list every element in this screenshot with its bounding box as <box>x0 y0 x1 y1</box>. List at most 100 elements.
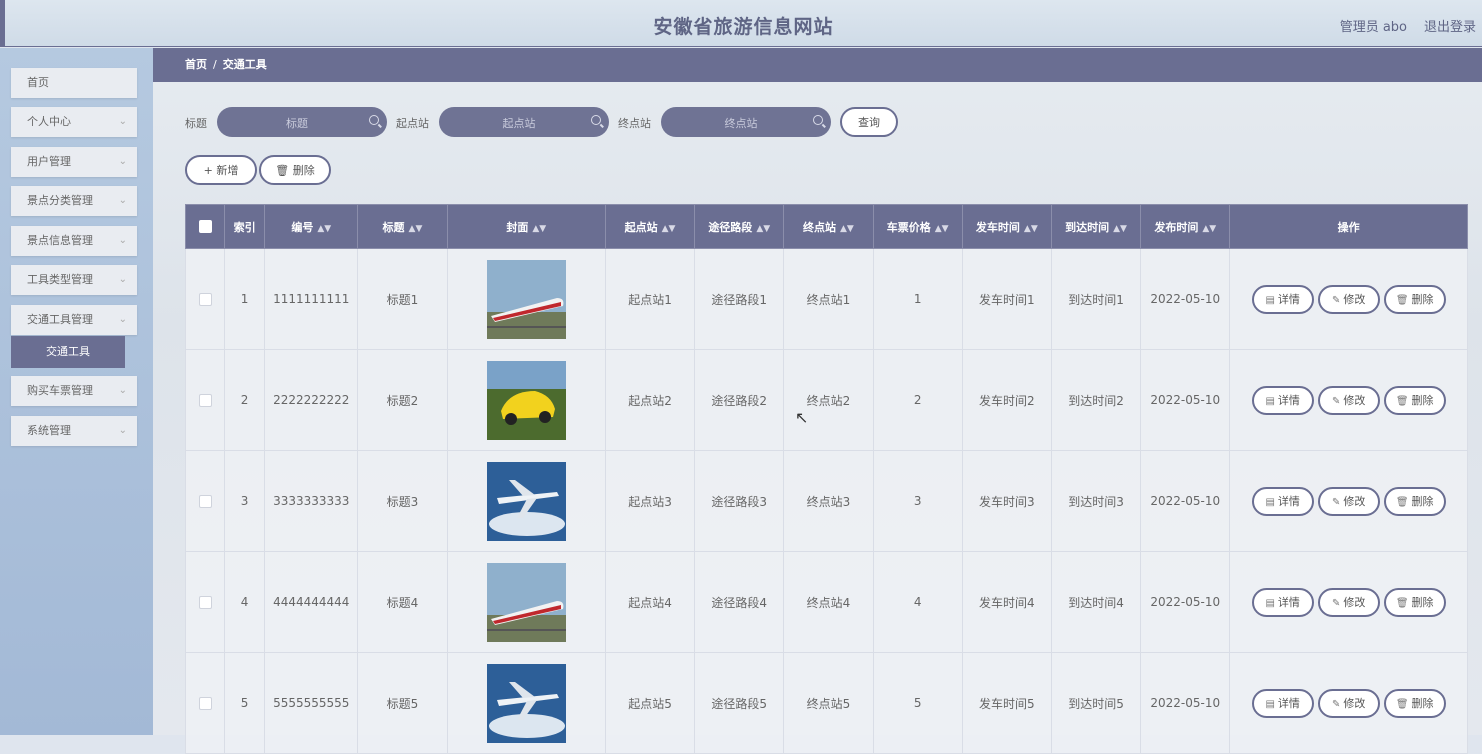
edit-button[interactable]: ✎ 修改 <box>1317 486 1380 516</box>
sidebar-item-tool-type[interactable]: 工具类型管理 ⌄ <box>11 265 137 295</box>
cell-route: 途径路段4 <box>694 551 785 653</box>
cell-depart: 发车时间5 <box>961 652 1052 754</box>
start-search-box <box>439 107 609 139</box>
cell-depart: 发车时间3 <box>961 450 1052 552</box>
chevron-down-icon: ⌄ <box>118 195 127 206</box>
table-row: 3 3333333333 标题3 起点站3 途径路段3 终点站3 3 发车时间3 到达时间3 20… <box>184 450 1468 552</box>
row-checkbox[interactable] <box>198 697 212 710</box>
select-all-header[interactable] <box>184 204 226 249</box>
sidebar-item-label: 购买车票管理 <box>27 384 93 397</box>
cell-route: 途径路段1 <box>694 248 785 350</box>
header-published[interactable]: 发布时间 ▲▼ <box>1140 204 1231 249</box>
delete-button[interactable]: 🗑 删除 <box>1383 688 1446 718</box>
sidebar-item-user-management[interactable]: 用户管理 ⌄ <box>11 147 137 177</box>
trash-icon: 🗑 <box>1395 395 1409 407</box>
search-icon <box>369 115 379 125</box>
delete-button[interactable]: 🗑 删除 <box>1383 486 1446 516</box>
sidebar-item-scenic-category[interactable]: 景点分类管理 ⌄ <box>11 186 137 216</box>
document-icon: ▤ <box>1265 597 1275 609</box>
detail-button[interactable]: ▤ 详情 <box>1251 587 1314 617</box>
end-search-label: 终点站 <box>618 117 651 130</box>
row-checkbox[interactable] <box>198 495 212 508</box>
sort-icon: ▲▼ <box>532 223 547 234</box>
detail-button[interactable]: ▤ 详情 <box>1251 385 1314 415</box>
sidebar: 首页 个人中心 ⌄ 用户管理 ⌄ 景点分类管理 ⌄ 景点信息管理 ⌄ 工具类型管理 ⌄ 交… <box>0 48 153 735</box>
header-price[interactable]: 车票价格 ▲▼ <box>872 204 963 249</box>
breadcrumb-separator: / <box>213 58 217 71</box>
edit-button[interactable]: ✎ 修改 <box>1317 587 1380 617</box>
row-checkbox[interactable] <box>198 293 212 306</box>
detail-button[interactable]: ▤ 详情 <box>1251 486 1314 516</box>
sort-icon: ▲▼ <box>317 223 332 234</box>
delete-label: 删除 <box>1411 595 1434 609</box>
breadcrumb-home[interactable]: 首页 <box>185 58 207 71</box>
breadcrumb: 首页 / 交通工具 <box>153 48 1482 82</box>
header-code[interactable]: 编号 ▲▼ <box>264 204 359 249</box>
sidebar-item-label: 个人中心 <box>27 115 71 128</box>
cell-code: 2222222222 <box>264 349 359 451</box>
cell-index: 1 <box>224 248 266 350</box>
sidebar-item-scenic-info[interactable]: 景点信息管理 ⌄ <box>11 226 137 256</box>
edit-button[interactable]: ✎ 修改 <box>1317 688 1380 718</box>
header-route[interactable]: 途径路段 ▲▼ <box>694 204 785 249</box>
header-depart[interactable]: 发车时间 ▲▼ <box>961 204 1052 249</box>
header-label: 封面 <box>506 220 529 234</box>
cell-start: 起点站3 <box>604 450 696 552</box>
sort-icon: ▲▼ <box>661 223 676 234</box>
cell-ops: ▤ 详情 ✎ 修改 🗑 删除 <box>1229 652 1468 754</box>
cell-depart: 发车时间2 <box>961 349 1052 451</box>
cell-price: 4 <box>872 551 963 653</box>
delete-selected-button[interactable]: 🗑 删除 <box>259 155 331 185</box>
header-end[interactable]: 终点站 ▲▼ <box>783 204 874 249</box>
header-arrive[interactable]: 到达时间 ▲▼ <box>1050 204 1142 249</box>
sidebar-item-system-management[interactable]: 系统管理 ⌄ <box>11 416 137 446</box>
title-search-input[interactable] <box>217 107 369 139</box>
cell-index: 3 <box>224 450 266 552</box>
header-label: 编号 <box>291 220 314 234</box>
delete-button[interactable]: 🗑 删除 <box>1383 385 1446 415</box>
cell-index: 4 <box>224 551 266 653</box>
row-checkbox[interactable] <box>198 394 212 407</box>
delete-button[interactable]: 🗑 删除 <box>1383 284 1446 314</box>
detail-label: 详情 <box>1277 696 1300 710</box>
select-all-checkbox[interactable] <box>198 220 212 234</box>
logout-link[interactable]: 退出登录 <box>1424 16 1476 35</box>
cell-index: 2 <box>224 349 266 451</box>
header-label: 到达时间 <box>1065 220 1110 234</box>
cell-end: 终点站2 <box>783 349 874 451</box>
transport-table: 索引 编号 ▲▼ 标题 ▲▼ 封面 ▲▼ 起点站 ▲▼ 途径路段 ▲▼ 终点站 ▲▼ 车票价… <box>184 204 1468 754</box>
row-select-cell[interactable] <box>184 551 226 653</box>
add-button[interactable]: + 新增 <box>185 155 257 185</box>
row-select-cell[interactable] <box>184 652 226 754</box>
delete-button[interactable]: 🗑 删除 <box>1383 587 1446 617</box>
trash-icon: 🗑 <box>1395 496 1409 508</box>
detail-button[interactable]: ▤ 详情 <box>1251 284 1314 314</box>
edit-button[interactable]: ✎ 修改 <box>1317 385 1380 415</box>
sort-icon: ▲▼ <box>1202 223 1217 234</box>
sidebar-item-ticket-purchase[interactable]: 购买车票管理 ⌄ <box>11 376 137 406</box>
query-button[interactable]: 查询 <box>840 107 898 137</box>
sidebar-subitem-transport[interactable]: 交通工具 <box>11 336 125 368</box>
row-select-cell[interactable] <box>184 450 226 552</box>
start-station-input[interactable] <box>439 107 591 139</box>
row-checkbox[interactable] <box>198 596 212 609</box>
end-station-input[interactable] <box>661 107 813 139</box>
row-select-cell[interactable] <box>184 248 226 350</box>
row-select-cell[interactable] <box>184 349 226 451</box>
cell-code: 3333333333 <box>264 450 359 552</box>
chevron-down-icon: ⌄ <box>118 385 127 396</box>
sidebar-item-personal-center[interactable]: 个人中心 ⌄ <box>11 107 137 137</box>
cell-price: 2 <box>872 349 963 451</box>
header-title[interactable]: 标题 ▲▼ <box>357 204 448 249</box>
header-start[interactable]: 起点站 ▲▼ <box>604 204 696 249</box>
detail-button[interactable]: ▤ 详情 <box>1251 688 1314 718</box>
sidebar-item-transport-management[interactable]: 交通工具管理 ⌄ <box>11 305 137 335</box>
edit-button[interactable]: ✎ 修改 <box>1317 284 1380 314</box>
chevron-down-icon: ⌄ <box>118 314 127 325</box>
sidebar-item-label: 用户管理 <box>27 155 71 168</box>
sidebar-item-home[interactable]: 首页 <box>11 68 137 98</box>
header-label: 车票价格 <box>886 220 931 234</box>
header-cover[interactable]: 封面 ▲▼ <box>446 204 606 249</box>
cover-image-train <box>486 562 566 642</box>
cell-code: 4444444444 <box>264 551 359 653</box>
